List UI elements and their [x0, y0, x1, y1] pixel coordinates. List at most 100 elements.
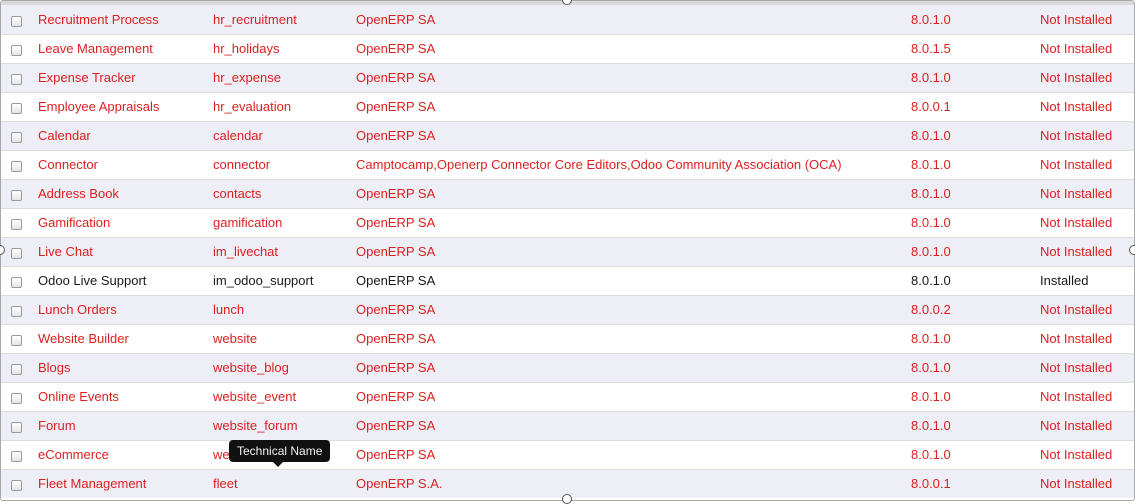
module-version[interactable]: 8.0.0.1: [911, 91, 1040, 121]
module-author[interactable]: OpenERP SA: [356, 439, 911, 469]
module-version[interactable]: 8.0.1.0: [911, 381, 1040, 411]
table-row[interactable]: Website Builder website OpenERP SA 8.0.1.0 N…: [1, 323, 1134, 353]
row-select-checkbox[interactable]: [11, 74, 22, 86]
row-select-checkbox[interactable]: [11, 364, 22, 376]
module-technical-name[interactable]: website_event: [213, 381, 356, 411]
table-row[interactable]: Blogs website_blog OpenERP SA 8.0.1.0 Not In…: [1, 352, 1134, 382]
module-state[interactable]: Not Installed: [1040, 381, 1134, 411]
table-row[interactable]: eCommercewebsite_saleOpenERP SA8.0.1.0No…: [1, 439, 1134, 469]
module-technical-name[interactable]: gamification: [213, 207, 356, 237]
module-name[interactable]: Live Chat: [38, 236, 213, 266]
table-row[interactable]: Gamification gamification OpenERP SA 8.0.1.…: [1, 207, 1134, 237]
module-name[interactable]: Fleet Management: [38, 468, 213, 498]
module-technical-name[interactable]: lunch: [213, 294, 356, 324]
table-row[interactable]: Connector connector Camptocamp,Openerp Con…: [1, 149, 1134, 179]
module-author[interactable]: OpenERP SA: [356, 207, 911, 237]
module-version[interactable]: 8.0.0.2: [911, 294, 1040, 324]
module-author[interactable]: OpenERP SA: [356, 294, 911, 324]
module-state[interactable]: Not Installed: [1040, 323, 1134, 353]
module-author[interactable]: OpenERP SA: [356, 352, 911, 382]
table-row[interactable]: Recruitment Process hr_recruitment OpenERP…: [1, 5, 1134, 34]
module-version[interactable]: 8.0.1.0: [911, 352, 1040, 382]
module-state[interactable]: Not Installed: [1040, 5, 1134, 34]
module-author[interactable]: OpenERP SA: [356, 381, 911, 411]
row-select-checkbox[interactable]: [11, 480, 22, 492]
module-author[interactable]: OpenERP SA: [356, 265, 911, 295]
module-name[interactable]: Lunch Orders: [38, 294, 213, 324]
module-name[interactable]: Employee Appraisals: [38, 91, 213, 121]
module-name[interactable]: Recruitment Process: [38, 5, 213, 34]
module-technical-name[interactable]: contacts: [213, 178, 356, 208]
module-version[interactable]: 8.0.1.0: [911, 120, 1040, 150]
module-name[interactable]: Connector: [38, 149, 213, 179]
module-technical-name[interactable]: im_odoo_support: [213, 265, 356, 295]
row-select-checkbox[interactable]: [11, 161, 22, 173]
module-author[interactable]: OpenERP SA: [356, 91, 911, 121]
row-select-checkbox[interactable]: [11, 393, 22, 405]
table-row[interactable]: Online Events website_event OpenERP SA 8.0.…: [1, 381, 1134, 411]
row-select-checkbox[interactable]: [11, 15, 22, 27]
module-technical-name[interactable]: hr_evaluation: [213, 91, 356, 121]
module-version[interactable]: 8.0.1.0: [911, 178, 1040, 208]
module-name[interactable]: Gamification: [38, 207, 213, 237]
table-row[interactable]: Live Chat im_livechat OpenERP SA 8.0.1.0 Not…: [1, 236, 1134, 266]
module-technical-name[interactable]: connector: [213, 149, 356, 179]
module-state[interactable]: Not Installed: [1040, 178, 1134, 208]
module-name[interactable]: Blogs: [38, 352, 213, 382]
module-version[interactable]: 8.0.0.1: [911, 468, 1040, 498]
module-state[interactable]: Not Installed: [1040, 149, 1134, 179]
module-state[interactable]: Not Installed: [1040, 33, 1134, 63]
module-state[interactable]: Not Installed: [1040, 207, 1134, 237]
row-select-checkbox[interactable]: [11, 132, 22, 144]
module-technical-name[interactable]: hr_holidays: [213, 33, 356, 63]
module-name[interactable]: Website Builder: [38, 323, 213, 353]
module-state[interactable]: Not Installed: [1040, 410, 1134, 440]
module-author[interactable]: OpenERP SA: [356, 236, 911, 266]
resize-handle-bottom[interactable]: [562, 494, 572, 504]
module-technical-name[interactable]: im_livechat: [213, 236, 356, 266]
row-select-checkbox[interactable]: [11, 190, 22, 202]
module-version[interactable]: 8.0.1.5: [911, 33, 1040, 63]
module-version[interactable]: 8.0.1.0: [911, 236, 1040, 266]
module-author[interactable]: OpenERP SA: [356, 410, 911, 440]
module-version[interactable]: 8.0.1.0: [911, 265, 1040, 295]
module-technical-name[interactable]: calendar: [213, 120, 356, 150]
table-row[interactable]: Expense Tracker hr_expense OpenERP SA 8.0.1…: [1, 62, 1134, 92]
module-technical-name[interactable]: fleet: [213, 468, 356, 498]
row-select-checkbox[interactable]: [11, 45, 22, 57]
table-row[interactable]: Employee Appraisals hr_evaluation OpenERP …: [1, 91, 1134, 121]
module-state[interactable]: Not Installed: [1040, 468, 1134, 498]
module-author[interactable]: OpenERP SA: [356, 120, 911, 150]
row-select-checkbox[interactable]: [11, 451, 22, 463]
module-version[interactable]: 8.0.1.0: [911, 5, 1040, 34]
table-row[interactable]: Address Book contacts OpenERP SA 8.0.1.0 Not…: [1, 178, 1134, 208]
module-state[interactable]: Not Installed: [1040, 352, 1134, 382]
row-select-checkbox[interactable]: [11, 422, 22, 434]
module-name[interactable]: Odoo Live Support: [38, 265, 213, 295]
table-row[interactable]: Calendar calendar OpenERP SA 8.0.1.0 Not Ins…: [1, 120, 1134, 150]
resize-handle-right[interactable]: [1129, 245, 1135, 255]
module-name[interactable]: Leave Management: [38, 33, 213, 63]
module-author[interactable]: Camptocamp,Openerp Connector Core Editor…: [356, 149, 911, 179]
module-version[interactable]: 8.0.1.0: [911, 439, 1040, 469]
module-name[interactable]: Calendar: [38, 120, 213, 150]
row-select-checkbox[interactable]: [11, 219, 22, 231]
module-author[interactable]: OpenERP SA: [356, 33, 911, 63]
row-select-checkbox[interactable]: [11, 306, 22, 318]
module-author[interactable]: OpenERP S.A.: [356, 468, 911, 498]
table-row[interactable]: Lunch Orders lunch OpenERP SA 8.0.0.2 Not In…: [1, 294, 1134, 324]
table-row[interactable]: Leave Management hr_holidays OpenERP SA 8.0…: [1, 33, 1134, 63]
module-technical-name[interactable]: website: [213, 323, 356, 353]
row-select-checkbox[interactable]: [11, 277, 22, 289]
module-state[interactable]: Installed: [1040, 265, 1134, 295]
module-technical-name[interactable]: website_forum: [213, 410, 356, 440]
module-name[interactable]: Expense Tracker: [38, 62, 213, 92]
module-state[interactable]: Not Installed: [1040, 62, 1134, 92]
module-name[interactable]: Forum: [38, 410, 213, 440]
row-select-checkbox[interactable]: [11, 248, 22, 260]
module-name[interactable]: Online Events: [38, 381, 213, 411]
module-name[interactable]: Address Book: [38, 178, 213, 208]
module-name[interactable]: eCommerce: [38, 439, 213, 469]
module-state[interactable]: Not Installed: [1040, 294, 1134, 324]
module-state[interactable]: Not Installed: [1040, 120, 1134, 150]
